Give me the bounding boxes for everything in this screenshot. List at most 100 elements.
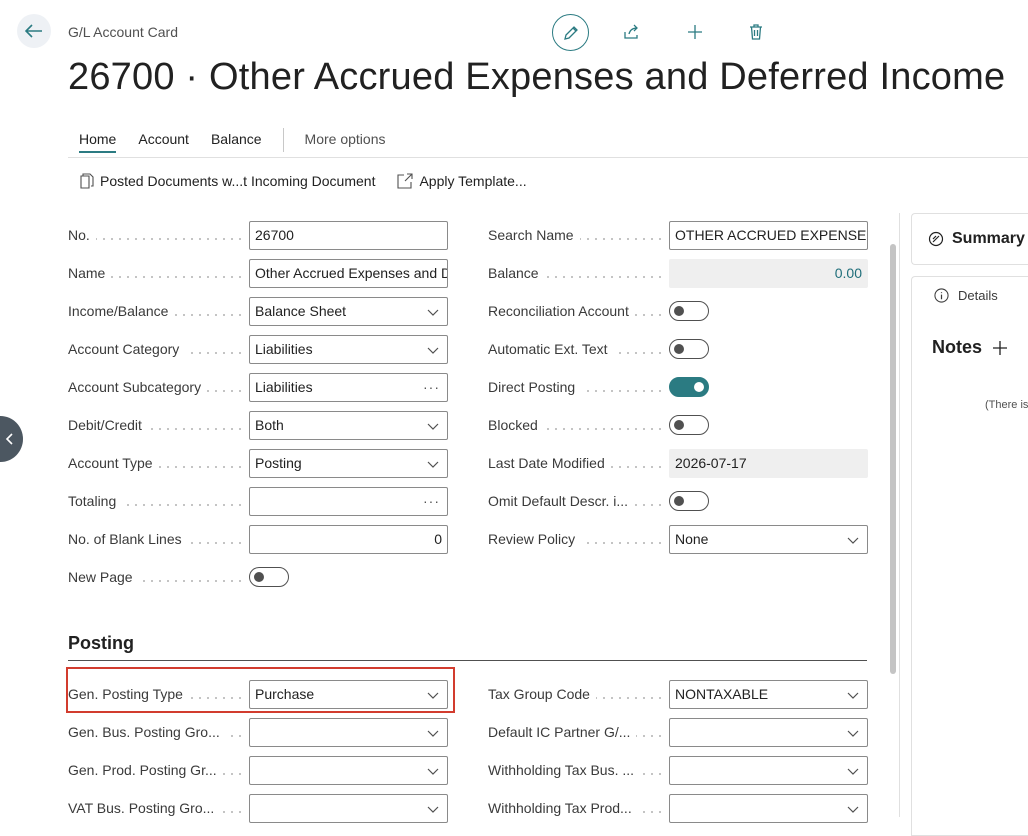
details-tab[interactable]: Details [934,288,998,303]
field-label-text: Gen. Bus. Posting Gro... [68,724,226,740]
field-row-withholding-tax-bus: Withholding Tax Bus. ... [488,755,868,785]
apply-template-icon [397,173,414,189]
tab-balance[interactable]: Balance [200,128,273,156]
direct-posting-toggle[interactable] [669,377,709,397]
lookup-ellipsis-icon[interactable]: ··· [423,374,440,401]
withholding-tax-bus-field[interactable] [669,755,868,785]
field-label-text: Account Category [68,341,186,357]
account-type-field[interactable]: Posting [249,448,448,478]
field-label-text: Account Subcategory [68,379,208,395]
totaling-field[interactable]: ··· [249,486,448,516]
tab-account[interactable]: Account [127,128,200,156]
field-label-text: Reconciliation Account [488,303,635,319]
automatic-ext-text-toggle[interactable] [669,339,709,359]
collapse-panel-button[interactable] [0,416,23,462]
field-value: 0.00 [834,264,862,281]
apply-template-label: Apply Template... [419,173,527,189]
no-field[interactable]: 26700 [249,220,448,250]
field-row-vat-bus-posting-gro: VAT Bus. Posting Gro... [68,793,448,823]
withholding-tax-prod-field[interactable] [669,793,868,823]
summary-factbox[interactable]: Summary [911,213,1028,265]
income-balance-field[interactable]: Balance Sheet [249,296,448,326]
gen-bus-posting-gro-field[interactable] [249,717,448,747]
delete-button[interactable] [737,14,775,50]
edit-button[interactable] [552,14,589,51]
chevron-down-icon [847,768,859,775]
name-field[interactable]: Other Accrued Expenses and D [249,258,448,288]
last-date-modified-field: 2026-07-17 [669,448,868,478]
no-of-blank-lines-field[interactable]: 0 [249,524,448,554]
chevron-down-icon [847,730,859,737]
account-category-field[interactable]: Liabilities [249,334,448,364]
back-button[interactable] [17,14,51,48]
chevron-down-icon [847,692,859,699]
tab-home[interactable]: Home [68,128,127,156]
chevron-down-icon [427,730,439,737]
field-label-text: Last Date Modified [488,455,611,471]
posting-section-divider [68,660,867,661]
balance-field: 0.00 [669,258,868,288]
pencil-icon [563,25,578,40]
chevron-down-icon [427,309,439,316]
field-row-account-type: Account Type Posting [68,448,448,478]
field-row-tax-group-code: Tax Group Code NONTAXABLE [488,679,868,709]
field-label-text: Omit Default Descr. i... [488,493,635,509]
scrollbar-thumb[interactable] [890,244,896,674]
field-label: Gen. Bus. Posting Gro... [68,717,249,747]
review-policy-field[interactable]: None [669,524,868,554]
field-label-text: Debit/Credit [68,417,148,433]
default-ic-partner-g-field[interactable] [669,717,868,747]
field-row-review-policy: Review Policy None [488,524,868,554]
field-label: Review Policy [488,524,669,554]
field-label-text: Tax Group Code [488,686,596,702]
blocked-toggle[interactable] [669,415,709,435]
share-button[interactable] [613,14,651,50]
field-label-text: Withholding Tax Prod... [488,800,638,816]
reconciliation-account-toggle[interactable] [669,301,709,321]
apply-template-action[interactable]: Apply Template... [397,173,527,189]
debit-credit-field[interactable]: Both [249,410,448,440]
posting-section-title: Posting [68,633,134,653]
notes-empty-text: (There is [985,399,1028,411]
new-button[interactable] [676,14,714,50]
field-label-text: Default IC Partner G/... [488,724,637,740]
search-name-field[interactable]: OTHER ACCRUED EXPENSES AI [669,220,868,250]
omit-default-descr-i-toggle[interactable] [669,491,709,511]
field-row-new-page: New Page [68,562,289,592]
field-label: Account Type [68,448,249,478]
tabs-divider [68,157,1028,158]
field-label: No. of Blank Lines [68,524,249,554]
gen-prod-posting-gr-field[interactable] [249,755,448,785]
vat-bus-posting-gro-field[interactable] [249,793,448,823]
new-page-toggle[interactable] [249,567,289,587]
add-note-icon[interactable] [992,340,1008,356]
field-row-reconciliation-account: Reconciliation Account [488,296,709,326]
tab-more-options[interactable]: More options [294,128,397,156]
factbox-divider [899,213,900,817]
field-row-withholding-tax-prod: Withholding Tax Prod... [488,793,868,823]
field-label: Default IC Partner G/... [488,717,669,747]
field-value: 26700 [255,226,294,243]
chevron-left-icon [5,433,13,445]
field-label-text: Search Name [488,227,580,243]
account-subcategory-field[interactable]: Liabilities ··· [249,372,448,402]
field-row-name: Name Other Accrued Expenses and D [68,258,448,288]
field-value: Posting [255,454,302,471]
field-label-text: Balance [488,265,545,281]
field-label: Search Name [488,220,669,250]
field-value: 0 [434,530,442,547]
lookup-ellipsis-icon[interactable]: ··· [423,488,440,515]
field-label: Automatic Ext. Text [488,334,669,364]
field-value: None [675,530,709,547]
tax-group-code-field[interactable]: NONTAXABLE [669,679,868,709]
field-label: Gen. Prod. Posting Gr... [68,755,249,785]
field-label: Account Subcategory [68,372,249,402]
posted-documents-action[interactable]: Posted Documents w...t Incoming Document [80,173,375,189]
field-value: Balance Sheet [255,302,347,319]
chevron-down-icon [427,423,439,430]
field-label: Totaling [68,486,249,516]
chevron-down-icon [427,461,439,468]
field-row-account-subcategory: Account Subcategory Liabilities ··· [68,372,448,402]
field-row-gen-bus-posting-gro: Gen. Bus. Posting Gro... [68,717,448,747]
field-label: No. [68,220,249,250]
